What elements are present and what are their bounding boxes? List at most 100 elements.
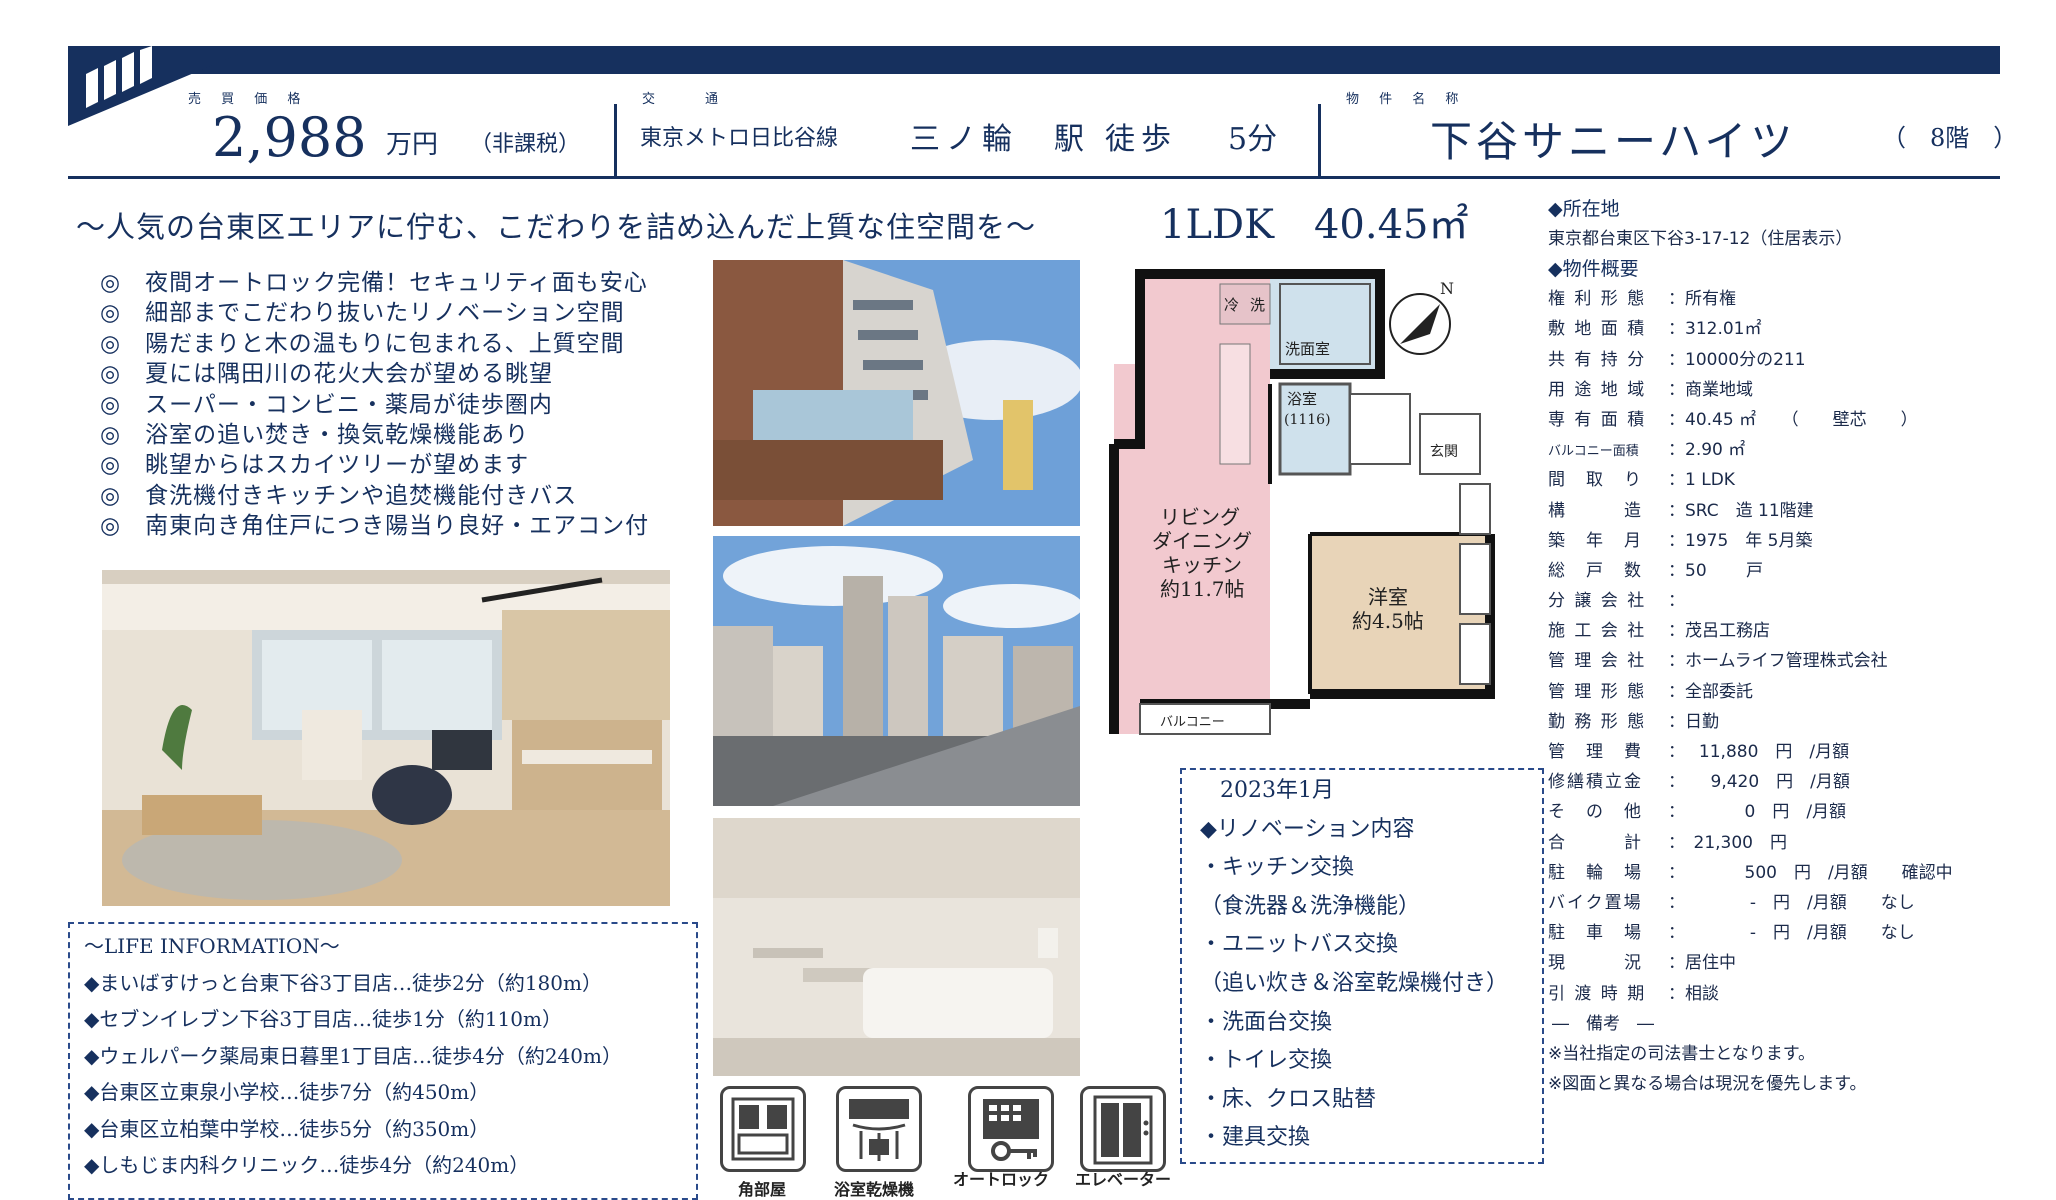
spec-rows: 権 利 形 態 ：所有権敷 地 面 積 ：312.01㎡共 有 持 分 ：10000分…: [1548, 284, 2048, 1009]
interior-living-photo: [102, 570, 670, 906]
spec-value: ：茂呂工務店: [1668, 621, 1770, 642]
spec-row: 敷 地 面 積 ：312.01㎡: [1548, 314, 2048, 344]
location-heading: ◆所在地: [1548, 198, 1620, 220]
spec-value: ：: [1668, 591, 1685, 612]
renovation-date: 2023年1月: [1220, 778, 1334, 803]
life-info-item: ◆台東区立東泉小学校…徒歩7分（約450m）: [84, 1080, 490, 1104]
spec-label: バルコニー面積: [1548, 444, 1639, 460]
feature-item: ◎ スーパー・コンビニ・薬局が徒歩圏内: [100, 391, 553, 418]
station-name: 三ノ輪 駅: [910, 122, 1090, 157]
spec-row: 引 渡 時 期 ：相談: [1548, 979, 2048, 1009]
western-room-size-label: 約4.5帖: [1352, 609, 1424, 633]
feature-list: ◎ 夜間オートロック完備！セキュリティ面も安心 ◎ 細部までこだわり抜いたリノベ…: [100, 268, 700, 542]
auto-lock-label: オートロック: [953, 1170, 1050, 1189]
renovation-box: 2023年1月 ◆リノベーション内容 ・キッチン交換 （食洗器＆洗浄機能） ・ユ…: [1180, 768, 1544, 1164]
spec-label: 勤 務 形 態: [1548, 711, 1647, 732]
spec-row: 管 理 形 態 ：全部委託: [1548, 677, 2048, 707]
tax-note: （非課税）: [470, 132, 581, 157]
dining-label: ダイニング: [1152, 529, 1252, 553]
walk-label: 徒歩: [1105, 122, 1177, 157]
fridge-label: 冷: [1224, 296, 1239, 314]
spec-value: ： - 円 /月額 なし: [1668, 923, 1915, 944]
remark-item: ※図面と異なる場合は現況を優先します。: [1548, 1074, 1867, 1095]
spec-label: 駐 輪 場: [1548, 862, 1643, 883]
renovation-item: ・キッチン交換: [1200, 855, 1355, 881]
spec-row: 駐 車 場 ： - 円 /月額 なし: [1548, 918, 2048, 948]
spec-label: 施 工 会 社: [1548, 621, 1647, 642]
spec-row: 施 工 会 社 ：茂呂工務店: [1548, 616, 2048, 646]
spec-label: 築 年 月: [1548, 530, 1643, 551]
auto-lock-icon: [968, 1086, 1054, 1172]
price-caption: 売 買 価 格: [188, 92, 309, 107]
spec-value: ： - 円 /月額 なし: [1668, 892, 1915, 913]
renovation-item: ・床、クロス貼替: [1200, 1086, 1377, 1112]
entrance-label: 玄関: [1430, 443, 1458, 460]
bathroom-dryer-badge: [836, 1086, 922, 1172]
spec-label: 合 計: [1548, 832, 1643, 853]
spec-row: 勤 務 形 態 ：日勤: [1548, 707, 2048, 737]
spec-value: ： 500 円 /月額 確認中: [1668, 862, 1953, 883]
elevator-badge: [1080, 1086, 1166, 1172]
price-unit: 万円: [386, 130, 439, 160]
header-divider: [1318, 104, 1321, 176]
spec-label: 専 有 面 積: [1548, 409, 1647, 430]
spec-label: 管 理 費: [1548, 742, 1643, 762]
life-info-item: ◆ウェルパーク薬局東日暮里1丁目店…徒歩4分（約240m）: [84, 1043, 622, 1068]
spec-row: 駐 輪 場 ： 500 円 /月額 確認中: [1548, 858, 2048, 888]
western-room-label: 洋室: [1368, 585, 1408, 609]
spec-value: ：全部委託: [1668, 681, 1753, 702]
overview-heading: ◆物件概要: [1548, 258, 1639, 281]
train-line: 東京メトロ日比谷線: [640, 126, 839, 151]
spec-label: 共 有 持 分: [1548, 349, 1647, 370]
spec-value: ：312.01㎡: [1668, 319, 1762, 340]
life-info-item: ◆セブンイレブン下谷3丁目店…徒歩1分（約110m）: [84, 1007, 562, 1031]
view-from-balcony-photo: [713, 536, 1080, 806]
spec-value: ： 21,300 円: [1668, 832, 1787, 853]
header-underline: [68, 176, 2000, 179]
spec-value: ：日勤: [1668, 711, 1719, 732]
renovation-item: ・ユニットバス交換: [1200, 932, 1399, 958]
elevator-icon: [1080, 1086, 1166, 1172]
bath-size-label: (1116): [1284, 412, 1331, 428]
feature-item: ◎ 陽だまりと木の温もりに包まれる、上質空間: [100, 330, 625, 357]
spec-value: ：ホームライフ管理株式会社: [1668, 651, 1888, 672]
spec-row: 共 有 持 分 ：10000分の211: [1548, 345, 2048, 375]
remark-item: ※当社指定の司法書士となります。: [1548, 1043, 1816, 1064]
building-exterior-photo: [713, 260, 1080, 526]
catch-copy: ～人気の台東区エリアに佇む、こだわりを詰め込んだ上質な住空間を～: [76, 210, 1037, 244]
corner-room-icon: [720, 1086, 806, 1172]
spec-row: 管 理 費 ： 11,880 円 /月額: [1548, 737, 2048, 767]
spec-label: 駐 車 場: [1548, 923, 1643, 944]
spec-value: ：40.45 ㎡ （ 壁芯 ）: [1668, 409, 1918, 430]
feature-item: ◎ 食洗機付きキッチンや追焚機能付きバス: [100, 482, 578, 509]
spec-row: 築 年 月 ：1975 年 5月築: [1548, 526, 2048, 556]
washer-label: 洗: [1250, 296, 1265, 314]
spec-label: 権 利 形 態: [1548, 289, 1647, 310]
life-info-item: ◆台東区立柏葉中学校…徒歩5分（約350m）: [84, 1116, 490, 1141]
living-label: リビング: [1160, 505, 1240, 529]
spec-row: 修繕積立金 ： 9,420 円 /月額: [1548, 767, 2048, 797]
spec-value: ： 9,420 円 /月額: [1668, 772, 1850, 793]
spec-value: ：SRC 造 11階建: [1668, 500, 1814, 521]
living-size-label: 約11.7帖: [1160, 577, 1245, 601]
kitchen-label: キッチン: [1162, 553, 1242, 577]
spec-row: 分 譲 会 社 ：: [1548, 586, 2048, 616]
spec-label: 引 渡 時 期: [1548, 983, 1647, 1004]
spec-label: 分 譲 会 社: [1548, 591, 1647, 612]
spec-value: ：1 LDK: [1668, 470, 1735, 491]
feature-item: ◎ 南東向き角住戸につき陽当り良好・エアコン付: [100, 513, 650, 540]
feature-item: ◎ 浴室の追い焚き・換気乾燥機能あり: [100, 421, 530, 448]
spec-label: 間 取 り: [1548, 470, 1643, 491]
spec-row: 構 造 ：SRC 造 11階建: [1548, 496, 2048, 526]
spec-value: ：2.90 ㎡: [1668, 440, 1746, 461]
spec-label: 構 造: [1548, 500, 1643, 521]
spec-label: 用 途 地 域: [1548, 379, 1647, 400]
spec-value: ：1975 年 5月築: [1668, 530, 1813, 551]
spec-value: ： 0 円 /月額: [1668, 802, 1847, 823]
bathroom-photo: [713, 818, 1080, 1076]
spec-label: バイク置場: [1548, 892, 1643, 913]
life-information-box: ～LIFE INFORMATION～ ◆まいばすけっと台東下谷3丁目店…徒歩2分…: [68, 922, 698, 1200]
spec-row: 合 計 ： 21,300 円: [1548, 828, 2048, 858]
feature-item: ◎ 眺望からはスカイツリーが望めます: [100, 452, 530, 479]
life-info-title: ～LIFE INFORMATION～: [84, 934, 340, 958]
